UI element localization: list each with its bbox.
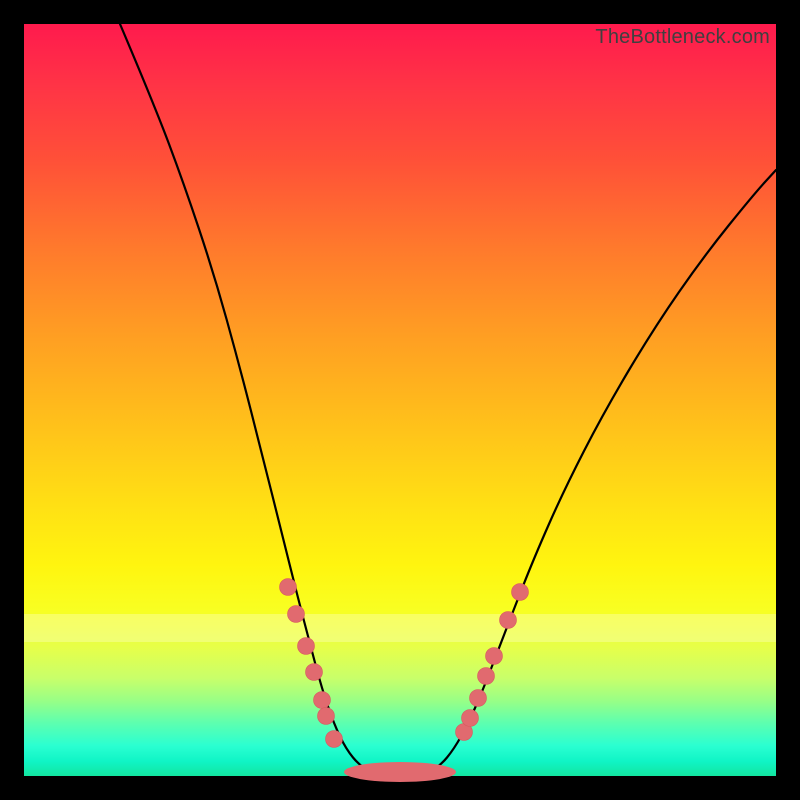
marker-dot [470, 690, 487, 707]
marker-dot [280, 579, 297, 596]
marker-dot [500, 612, 517, 629]
marker-dot [288, 606, 305, 623]
marker-dot [486, 648, 503, 665]
marker-dot [298, 638, 315, 655]
marker-dot [306, 664, 323, 681]
marker-group-right [456, 584, 529, 741]
valley-blob [344, 762, 456, 782]
bottleneck-curve [120, 24, 776, 776]
marker-dot [462, 710, 479, 727]
curve-svg [24, 24, 776, 776]
marker-dot [326, 731, 343, 748]
marker-dot [512, 584, 529, 601]
marker-dot [314, 692, 331, 709]
marker-dot [318, 708, 335, 725]
outer-frame: TheBottleneck.com [0, 0, 800, 800]
marker-dot [478, 668, 495, 685]
plot-area: TheBottleneck.com [24, 24, 776, 776]
